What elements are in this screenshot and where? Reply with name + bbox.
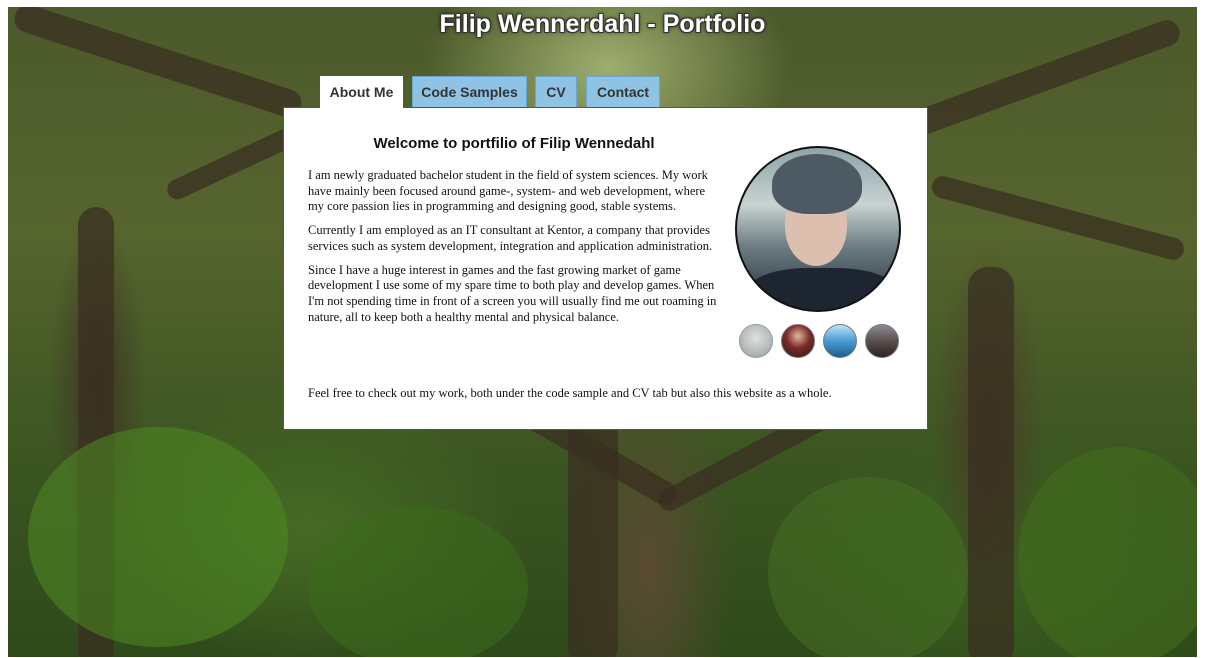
about-paragraph: Since I have a huge interest in games an…	[308, 262, 717, 324]
thumbnail-portrait-suit-icon[interactable]	[781, 324, 815, 358]
about-heading: Welcome to portfilio of Filip Wennedahl	[373, 135, 655, 152]
photo-thumbnails	[737, 324, 907, 360]
about-panel: Welcome to portfilio of Filip Wennedahl …	[283, 107, 928, 430]
thumbnail-landscape-blue-icon[interactable]	[823, 324, 857, 358]
about-text: I am newly graduated bachelor student in…	[308, 168, 718, 333]
thumbnail-portrait-grey-icon[interactable]	[739, 324, 773, 358]
thumbnail-city-night-icon[interactable]	[865, 324, 899, 358]
about-closing: Feel free to check out my work, both und…	[308, 386, 832, 400]
tab-contact[interactable]: Contact	[586, 76, 660, 107]
site-title: Filip Wennerdahl - Portfolio	[439, 10, 766, 38]
tab-about-me[interactable]: About Me	[320, 76, 403, 109]
about-paragraph: Currently I am employed as an IT consult…	[308, 223, 713, 253]
tab-code-samples[interactable]: Code Samples	[412, 76, 527, 107]
profile-photo-icon	[735, 146, 901, 312]
tab-cv[interactable]: CV	[535, 76, 577, 107]
about-paragraph: I am newly graduated bachelor student in…	[308, 168, 708, 214]
